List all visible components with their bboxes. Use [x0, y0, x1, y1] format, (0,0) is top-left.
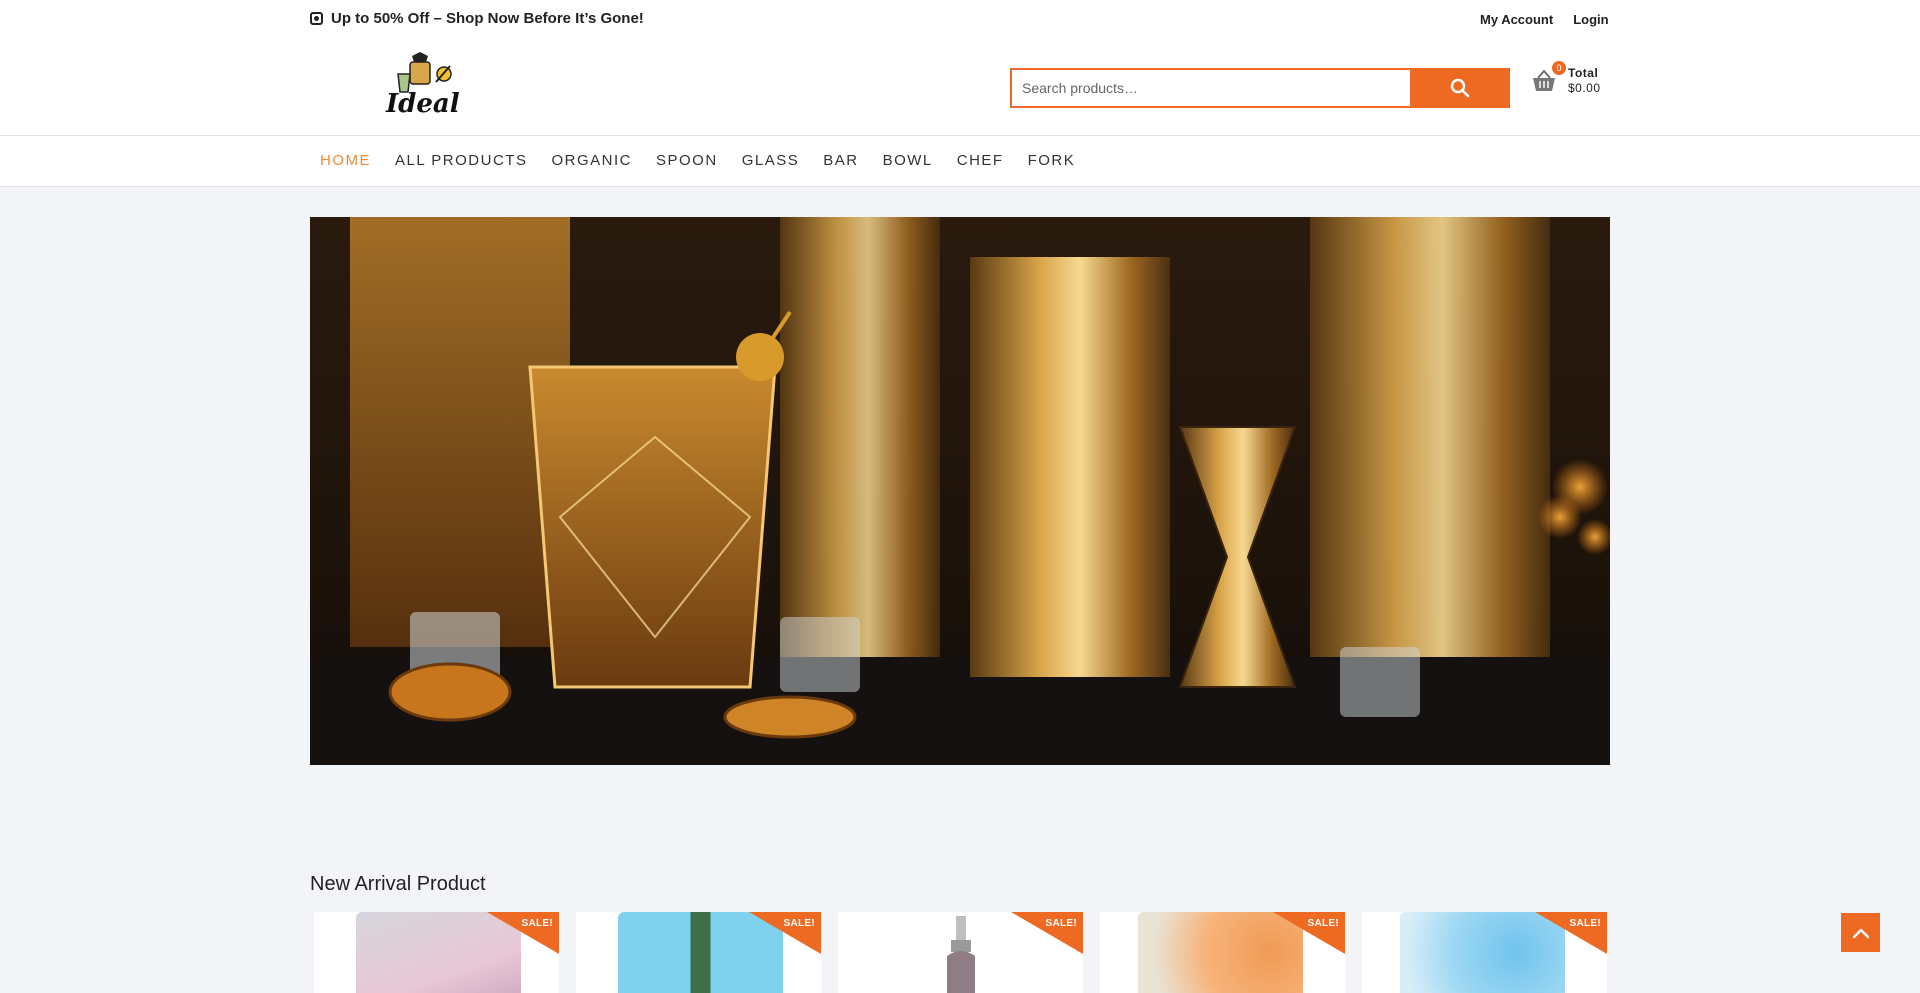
top-bar: Up to 50% Off – Shop Now Before It’s Gon…	[0, 0, 1920, 38]
product-card[interactable]: SALE!	[838, 912, 1083, 993]
search-button[interactable]	[1410, 68, 1510, 108]
search-bar	[1010, 68, 1510, 108]
product-image[interactable]	[943, 916, 979, 993]
product-card[interactable]: SALE!	[314, 912, 559, 993]
site-logo[interactable]: Ideal	[384, 52, 474, 119]
sale-badge: SALE!	[783, 918, 815, 929]
cart-total: Total $0.00	[1568, 66, 1601, 96]
section-title: New Arrival Product	[310, 873, 486, 895]
nav-item-home[interactable]: HOME	[320, 152, 371, 169]
sale-badge: SALE!	[1307, 918, 1339, 929]
nav-item-fork[interactable]: FORK	[1028, 152, 1076, 169]
nav-item-organic[interactable]: ORGANIC	[551, 152, 632, 169]
nav-item-glass[interactable]: GLASS	[742, 152, 800, 169]
product-grid: SALE! SALE! SALE! SALE! SALE!	[314, 912, 1607, 993]
hero-banner-image[interactable]	[310, 217, 1610, 765]
account-links: My Account Login	[1480, 12, 1609, 27]
sale-badge: SALE!	[521, 918, 553, 929]
login-link[interactable]: Login	[1573, 12, 1608, 27]
nav-item-bar[interactable]: BAR	[823, 152, 858, 169]
header: Ideal 0 Total $0.00	[0, 38, 1920, 136]
promo-text: Up to 50% Off – Shop Now Before It’s Gon…	[331, 10, 644, 27]
search-icon	[1450, 78, 1470, 98]
product-card[interactable]: SALE!	[1362, 912, 1607, 993]
search-input[interactable]	[1010, 68, 1410, 108]
product-card[interactable]: SALE!	[1100, 912, 1345, 993]
promo-banner: Up to 50% Off – Shop Now Before It’s Gon…	[310, 10, 644, 27]
my-account-link[interactable]: My Account	[1480, 12, 1553, 27]
product-card[interactable]: SALE!	[576, 912, 821, 993]
cart-total-label: Total	[1568, 66, 1599, 80]
nav-item-spoon[interactable]: SPOON	[656, 152, 718, 169]
cart-count-badge: 0	[1552, 61, 1566, 75]
cart[interactable]: 0 Total $0.00	[1530, 61, 1601, 96]
svg-text:Ideal: Ideal	[385, 89, 460, 118]
cart-total-value: $0.00	[1568, 81, 1601, 95]
main-nav: HOME ALL PRODUCTS ORGANIC SPOON GLASS BA…	[0, 136, 1920, 187]
sale-badge: SALE!	[1569, 918, 1601, 929]
nav-item-bowl[interactable]: BOWL	[883, 152, 933, 169]
nav-item-all-products[interactable]: ALL PRODUCTS	[395, 152, 527, 169]
chevron-up-icon	[1852, 928, 1869, 938]
back-to-top-button[interactable]	[1841, 913, 1880, 952]
skype-icon	[310, 12, 323, 25]
nav-item-chef[interactable]: CHEF	[957, 152, 1004, 169]
sale-badge: SALE!	[1045, 918, 1077, 929]
basket-icon: 0	[1530, 61, 1566, 95]
